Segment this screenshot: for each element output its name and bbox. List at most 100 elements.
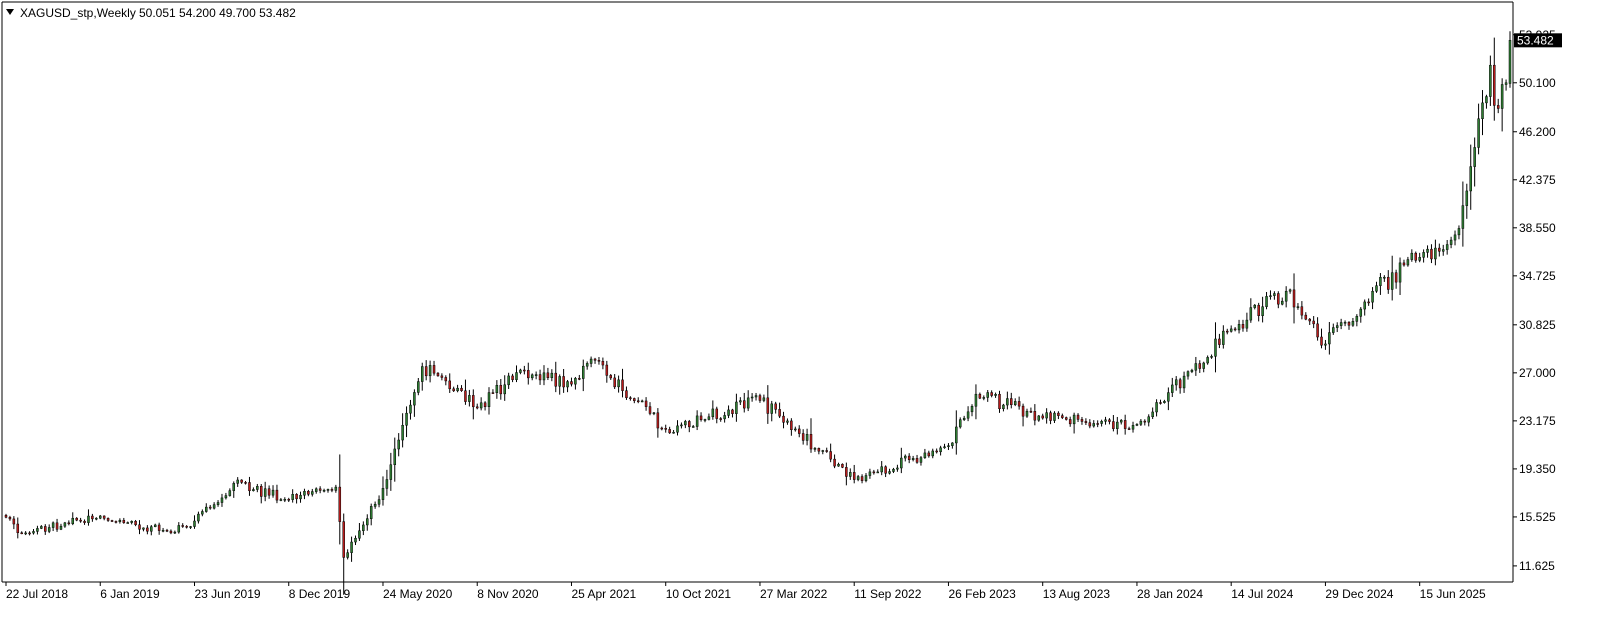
candle-body-bull [130,520,133,523]
candle-body-bull [59,525,63,530]
candle-body-bull [1441,249,1445,252]
candle-body-bull [1037,415,1041,421]
candle-body-bear [1159,402,1162,404]
candle-body-bull [1379,277,1382,286]
candle-body-bull [1202,362,1205,369]
price-tick-label: 27.000 [1519,366,1556,380]
candle-body-bear [1076,414,1080,420]
candle-body-bear [990,392,993,396]
candle-body-bull [1359,308,1363,317]
candle-body-bear [731,409,734,414]
time-tick-label: 6 Jan 2019 [100,587,160,601]
candle-body-bull [1351,321,1355,326]
candle-body-bull [880,466,883,473]
candle-body-bull [896,467,899,470]
candle-body-bear [1143,420,1147,423]
candle-body-bear [424,366,428,377]
candle-body-bull [32,531,35,534]
candle-body-bull [314,488,318,492]
candle-body-bull [519,369,522,373]
candle-body-bull [1422,252,1425,258]
candle-body-bull [1072,414,1076,425]
candle-body-bear [511,375,514,380]
candle-body-bear [1292,289,1296,308]
candle-body-bull [1398,262,1402,283]
time-tick-label: 14 Jul 2024 [1231,587,1293,601]
candle-body-bear [593,358,597,361]
candle-body-bear [483,402,487,407]
candle-body-bear [79,519,82,522]
candle-body-bear [122,519,126,523]
candle-body-bear [554,372,558,387]
candle-body-bear [44,526,47,532]
candle-body-bull [118,519,122,522]
candle-body-bull [1194,363,1198,371]
time-tick-label: 10 Oct 2021 [666,587,732,601]
candle-body-bear [20,532,23,535]
candle-body-bull [1135,424,1139,426]
price-chart[interactable]: 53.92550.10046.20042.37538.55034.72530.8… [0,0,1604,620]
candle-body-bull [1324,343,1327,346]
candle-body-bear [475,406,479,409]
candle-body-bull [966,411,970,419]
candle-body-bull [727,409,730,416]
candle-body-bear [460,387,463,391]
candle-body-bear [1065,417,1068,420]
candle-body-bear [829,451,832,460]
candle-body-bull [63,522,67,527]
candle-body-bull [417,381,420,393]
candle-body-bull [252,489,255,492]
candle-body-bull [1261,306,1264,316]
time-tick-label: 28 Jan 2024 [1137,587,1203,601]
time-tick-label: 11 Sep 2022 [854,587,921,601]
candle-body-bull [566,381,569,388]
candle-body-bull [550,372,554,378]
candle-body-bear [845,467,848,477]
candle-body-bear [134,520,137,526]
price-tick-label: 42.375 [1519,173,1556,187]
candle-body-bull [126,522,129,524]
candle-body-bear [1198,363,1202,369]
candle-body-bear [1233,328,1237,331]
candle-body-bear [546,372,550,378]
candle-body-bull [1265,296,1268,307]
candle-body-bear [208,506,212,509]
candle-body-bull [220,497,224,503]
candle-body-bull [177,525,181,533]
candle-body-bear [1061,415,1064,418]
candle-body-bull [695,415,699,427]
candle-body-bear [1010,398,1013,405]
candle-body-bull [672,431,675,434]
candle-body-bull [923,452,927,458]
candle-body-bull [71,517,75,524]
candle-body-bull [1006,398,1009,406]
candle-body-bull [1410,252,1414,260]
candle-body-bull [986,392,989,398]
candle-body-bull [904,455,907,459]
candle-body-bull [1457,228,1461,236]
candle-body-bull [205,506,208,512]
candle-body-bear [766,397,770,414]
current-price-label: 53.482 [1517,33,1554,47]
candle-body-bear [452,388,455,392]
candle-body-bull [640,400,644,403]
candle-body-bear [295,494,298,500]
time-tick-label: 15 Jun 2025 [1420,587,1486,601]
candle-body-bear [688,421,691,428]
candle-body-bull [393,448,397,465]
candle-body-bear [91,515,94,520]
candle-body-bear [629,397,632,399]
candle-body-bull [1171,384,1174,393]
candle-body-bull [224,495,228,499]
candle-body-bear [1041,415,1044,419]
candle-body-bull [947,445,950,447]
candle-body-bear [743,400,746,409]
candle-body-bear [181,525,184,527]
candle-body-bear [797,428,801,434]
candle-body-bull [1328,332,1331,345]
price-tick-label: 23.175 [1519,414,1556,428]
candle-body-bear [801,433,805,441]
candle-body-bull [373,503,377,507]
candle-body-bear [1021,405,1025,417]
candle-body-bull [283,498,287,501]
